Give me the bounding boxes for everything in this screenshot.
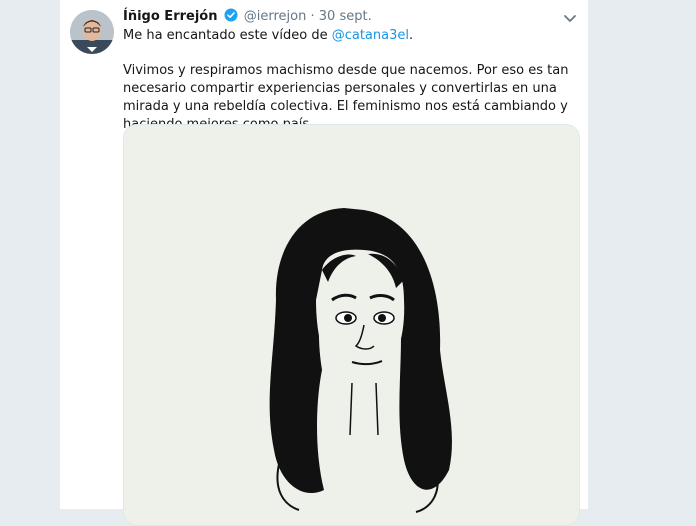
verified-badge-icon — [224, 8, 238, 28]
avatar-image — [70, 10, 114, 54]
tweet-date[interactable]: 30 sept. — [319, 9, 372, 24]
avatar[interactable] — [70, 10, 114, 54]
intro-text: Me ha encantado este vídeo de — [123, 28, 332, 43]
chevron-down-icon[interactable] — [562, 10, 578, 26]
intro-suffix: . — [408, 28, 414, 43]
mention-link[interactable]: @catana3el — [332, 28, 409, 43]
drawing-illustration — [269, 208, 452, 513]
separator-dot: · — [310, 9, 315, 24]
tweet-header: Íñigo Errejón @ierrejon · 30 sept. — [123, 8, 372, 28]
tweet-intro: Me ha encantado este vídeo de @catana3el… — [123, 27, 413, 45]
tweet-card[interactable]: Íñigo Errejón @ierrejon · 30 sept. Me ha… — [60, 0, 588, 526]
author-handle[interactable]: @ierrejon — [244, 9, 307, 24]
video-thumbnail[interactable] — [123, 124, 580, 526]
author-name[interactable]: Íñigo Errejón — [123, 9, 217, 24]
